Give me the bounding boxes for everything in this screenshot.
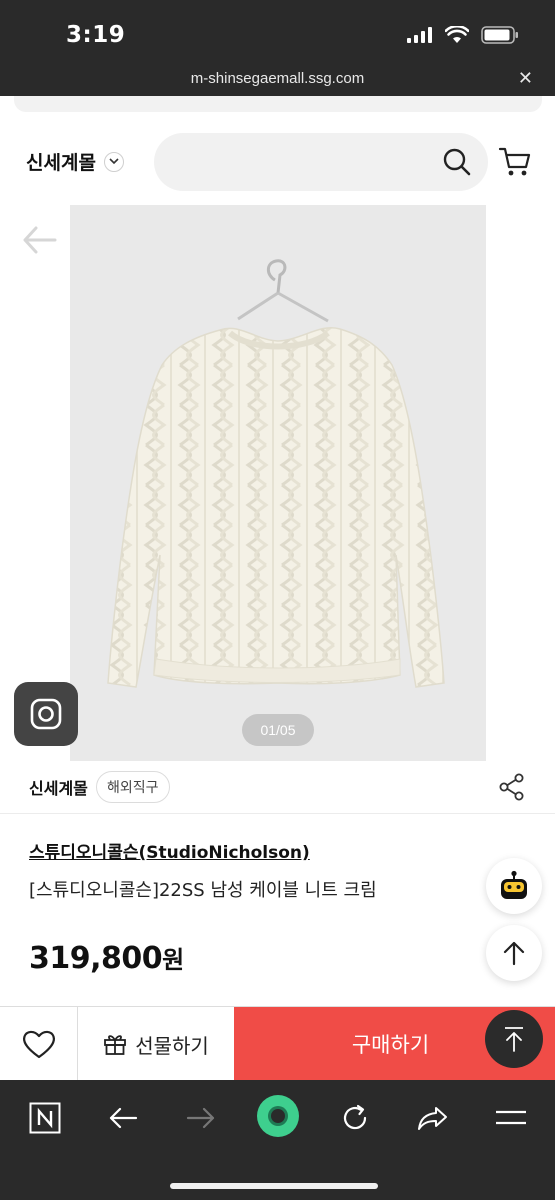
seller-name[interactable]: 신세계몰 <box>29 775 88 799</box>
back-icon <box>109 1107 138 1129</box>
divider <box>0 813 555 814</box>
search-input[interactable] <box>154 133 488 191</box>
status-icons <box>407 26 519 44</box>
reload-icon <box>343 1104 367 1130</box>
wifi-icon <box>445 26 469 43</box>
top-strip <box>14 96 542 112</box>
status-time: 3:19 <box>66 22 126 48</box>
n-tab-icon <box>29 1102 61 1134</box>
share-icon[interactable] <box>497 772 527 802</box>
product-image[interactable] <box>70 205 486 761</box>
status-bar: 3:19 m-shinsegaemall.ssg.com ✕ <box>0 0 555 96</box>
n-tab-button[interactable] <box>22 1098 68 1138</box>
seller-badge: 해외직구 <box>96 771 170 803</box>
gift-icon <box>104 1035 127 1055</box>
price-value: 319,800 <box>29 941 163 976</box>
url-text[interactable]: m-shinsegaemall.ssg.com <box>0 70 555 87</box>
share-button[interactable] <box>410 1098 456 1138</box>
top-arrow-icon <box>505 1027 523 1052</box>
instagram-icon <box>30 698 62 730</box>
product-title: [스튜디오니콜슨]22SS 남성 케이블 니트 크림 <box>29 880 377 901</box>
green-dot-icon <box>257 1095 299 1137</box>
forward-button[interactable] <box>178 1098 224 1138</box>
buy-label: 구매하기 <box>351 1033 430 1057</box>
product-brand-link[interactable]: 스튜디오니콜슨(StudioNicholson) <box>29 838 310 863</box>
brand-label: 신세계몰 <box>26 152 96 174</box>
wishlist-button[interactable] <box>0 1007 78 1081</box>
chatbot-icon <box>501 870 527 899</box>
battery-icon <box>481 26 518 44</box>
arrow-up-icon <box>503 941 525 966</box>
green-dot-button[interactable] <box>254 1092 302 1140</box>
reload-button[interactable] <box>332 1098 378 1138</box>
gift-label: 선물하기 <box>135 1033 209 1058</box>
forward-icon <box>186 1107 215 1129</box>
scroll-up-button[interactable] <box>486 925 542 981</box>
signal-icon <box>407 27 432 43</box>
menu-icon <box>496 1110 526 1125</box>
purchase-bar: 선물하기 구매하기 <box>0 1006 555 1081</box>
menu-button[interactable] <box>488 1098 534 1138</box>
back-button[interactable] <box>100 1098 146 1138</box>
price-unit: 원 <box>162 946 184 974</box>
heart-icon <box>22 1030 55 1059</box>
back-arrow-icon[interactable] <box>22 224 58 256</box>
gift-button[interactable]: 선물하기 <box>78 1007 234 1081</box>
browser-toolbar <box>0 1080 555 1200</box>
instagram-button[interactable] <box>14 682 78 746</box>
sweater-illustration <box>107 259 445 688</box>
page-indicator: 01/05 <box>242 714 314 746</box>
product-price: 319,800원 <box>29 940 184 976</box>
brand-dropdown[interactable]: 신세계몰 <box>26 148 124 175</box>
home-indicator <box>170 1183 378 1189</box>
chatbot-button[interactable] <box>486 858 542 914</box>
close-icon[interactable]: ✕ <box>518 68 533 89</box>
scroll-to-top-button[interactable] <box>485 1010 543 1068</box>
share-arrow-icon <box>418 1107 447 1130</box>
cart-icon[interactable] <box>498 146 532 178</box>
chevron-down-icon <box>103 151 124 172</box>
search-icon[interactable] <box>442 147 472 177</box>
